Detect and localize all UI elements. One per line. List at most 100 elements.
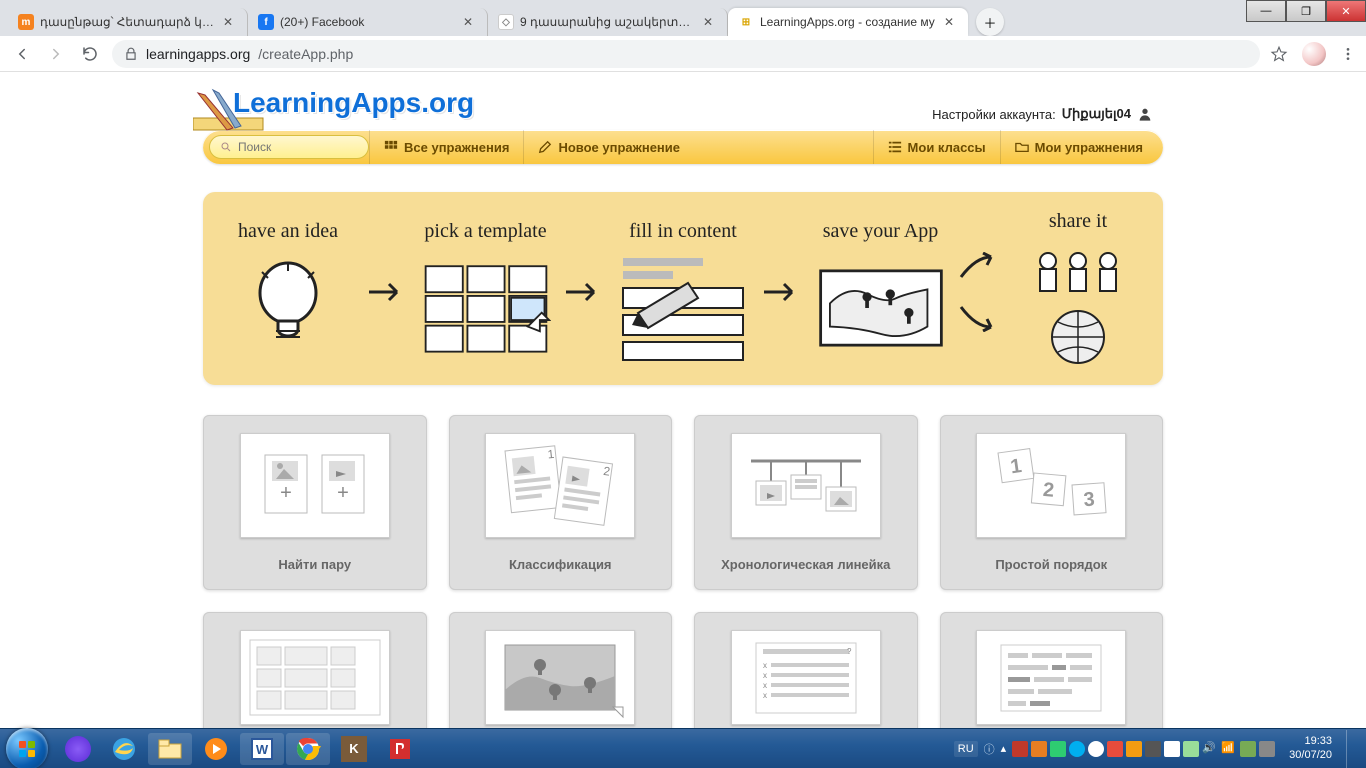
- nav-label: Мои классы: [908, 140, 986, 155]
- card-thumb: 1 2: [485, 433, 635, 538]
- close-icon[interactable]: ✕: [703, 15, 717, 29]
- tray-icon[interactable]: [1126, 741, 1142, 757]
- system-tray: RU ⓘ ▴ 🔊 📶 19:33 30/07/20: [954, 730, 1360, 768]
- taskbar-app-media[interactable]: [194, 733, 238, 765]
- tray-icon[interactable]: [1012, 741, 1028, 757]
- card-thumb: [485, 630, 635, 725]
- url-host: learningapps.org: [146, 46, 250, 62]
- step-label: fill in content: [629, 220, 737, 243]
- step-fill: fill in content: [618, 220, 748, 363]
- tab-title: (20+) Facebook: [280, 15, 457, 29]
- step-save: save your App: [816, 220, 946, 363]
- taskbar-app-ie[interactable]: [102, 733, 146, 765]
- bookmark-star-icon[interactable]: [1270, 45, 1288, 63]
- header: LearningApps.org Настройки аккаунта: Միք…: [203, 78, 1163, 128]
- taskbar-app-chrome[interactable]: [286, 733, 330, 765]
- account-link[interactable]: Настройки аккаунта: Միքայել04: [932, 106, 1153, 122]
- start-button[interactable]: [6, 728, 48, 768]
- search-input[interactable]: [209, 135, 369, 159]
- arrow-icon: [762, 277, 802, 307]
- tray-battery-icon[interactable]: [1183, 741, 1199, 757]
- card-title: Найти пару: [278, 557, 351, 572]
- profile-avatar[interactable]: [1302, 42, 1326, 66]
- search-icon: [220, 141, 232, 153]
- kebab-menu-icon[interactable]: [1340, 46, 1356, 62]
- language-indicator[interactable]: RU: [954, 741, 978, 757]
- taskbar-app-word[interactable]: W: [240, 733, 284, 765]
- tray-volume-icon[interactable]: 🔊: [1202, 741, 1218, 757]
- url-field[interactable]: learningapps.org/createApp.php: [112, 40, 1260, 68]
- card-thumb: + +: [240, 433, 390, 538]
- nav-all-exercises[interactable]: Все упражнения: [369, 130, 523, 164]
- lightbulb-icon: [223, 253, 353, 363]
- forward-button[interactable]: [44, 42, 68, 66]
- learningapps-favicon-icon: ⊞: [738, 14, 754, 30]
- nav-my-classes[interactable]: Мои классы: [873, 130, 1000, 164]
- tray-icon[interactable]: [1088, 741, 1104, 757]
- window-close-button[interactable]: ✕: [1326, 0, 1366, 22]
- taskbar-app-acrobat[interactable]: [378, 733, 422, 765]
- tray-icon[interactable]: [1107, 741, 1123, 757]
- taskbar-app-explorer[interactable]: [148, 733, 192, 765]
- reload-button[interactable]: [78, 42, 102, 66]
- browser-tab[interactable]: f (20+) Facebook ✕: [248, 8, 488, 36]
- close-icon[interactable]: ✕: [223, 15, 237, 29]
- card-title: Хронологическая линейка: [721, 557, 890, 572]
- moodle-favicon-icon: m: [18, 14, 34, 30]
- card-title: Простой порядок: [995, 557, 1107, 572]
- card-thumb: [976, 630, 1126, 725]
- account-prefix: Настройки аккаунта:: [932, 107, 1056, 122]
- page-content: LearningApps.org Настройки аккаунта: Միք…: [0, 72, 1366, 768]
- tray-icon[interactable]: [1031, 741, 1047, 757]
- browser-tab[interactable]: m դասընթաց՝ Հետադարձ կապը է ✕: [8, 8, 248, 36]
- nav-label: Мои упражнения: [1035, 140, 1143, 155]
- step-template: pick a template: [421, 220, 551, 363]
- user-icon: [1137, 106, 1153, 122]
- tray-skype-icon[interactable]: [1069, 741, 1085, 757]
- template-card-order[interactable]: 1 2 3 Простой порядок: [940, 415, 1164, 590]
- template-card-timeline[interactable]: Хронологическая линейка: [694, 415, 918, 590]
- help-icon[interactable]: ⓘ: [984, 741, 995, 757]
- tab-title: LearningApps.org - создание му: [760, 15, 938, 29]
- tray-network-icon[interactable]: 📶: [1221, 741, 1237, 757]
- clock-date: 30/07/20: [1289, 749, 1332, 762]
- step-label: have an idea: [238, 220, 338, 243]
- svg-text:3: 3: [1083, 488, 1096, 511]
- taskbar-clock[interactable]: 19:33 30/07/20: [1281, 735, 1340, 761]
- nav-new-exercise[interactable]: Новое упражнение: [523, 130, 694, 164]
- tab-title: 9 դասարանից աշակերտների ս: [520, 15, 697, 29]
- close-icon[interactable]: ✕: [944, 15, 958, 29]
- window-controls: — ❐ ✕: [1246, 0, 1366, 22]
- template-card-pair[interactable]: + + Найти пару: [203, 415, 427, 590]
- tray-icon[interactable]: [1259, 741, 1275, 757]
- card-thumb: ? xxxx: [731, 630, 881, 725]
- list-icon: [888, 140, 902, 154]
- arrow-icon: [367, 277, 407, 307]
- step-label: share it: [1049, 210, 1107, 233]
- taskbar-app-k[interactable]: K: [332, 733, 376, 765]
- chevron-up-icon[interactable]: ▴: [1001, 742, 1007, 755]
- close-icon[interactable]: ✕: [463, 15, 477, 29]
- nav-my-exercises[interactable]: Мои упражнения: [1000, 130, 1157, 164]
- logo-illustration-icon: [193, 88, 273, 138]
- tray-flag-icon[interactable]: [1164, 741, 1180, 757]
- show-desktop-button[interactable]: [1346, 730, 1354, 768]
- window-maximize-button[interactable]: ❐: [1286, 0, 1326, 22]
- folder-icon: [1015, 140, 1029, 154]
- svg-text:?: ?: [847, 647, 852, 656]
- account-username: Միքայել04: [1062, 106, 1131, 122]
- svg-text:+: +: [337, 482, 349, 504]
- tray-icon[interactable]: [1050, 741, 1066, 757]
- browser-tab[interactable]: ◇ 9 դասարանից աշակերտների ս ✕: [488, 8, 728, 36]
- search-field[interactable]: [238, 140, 358, 154]
- tray-icon[interactable]: [1240, 741, 1256, 757]
- tray-icon[interactable]: [1145, 741, 1161, 757]
- template-card-classification[interactable]: 1 2 Классификация: [449, 415, 673, 590]
- window-minimize-button[interactable]: —: [1246, 0, 1286, 22]
- pencil-icon: [538, 140, 552, 154]
- taskbar-app-yandex[interactable]: [56, 733, 100, 765]
- windows-taskbar: W K RU ⓘ ▴ 🔊 📶 19:33 30/07/20: [0, 728, 1366, 768]
- back-button[interactable]: [10, 42, 34, 66]
- new-tab-button[interactable]: ＋: [976, 8, 1004, 36]
- browser-tab-active[interactable]: ⊞ LearningApps.org - создание му ✕: [728, 8, 968, 36]
